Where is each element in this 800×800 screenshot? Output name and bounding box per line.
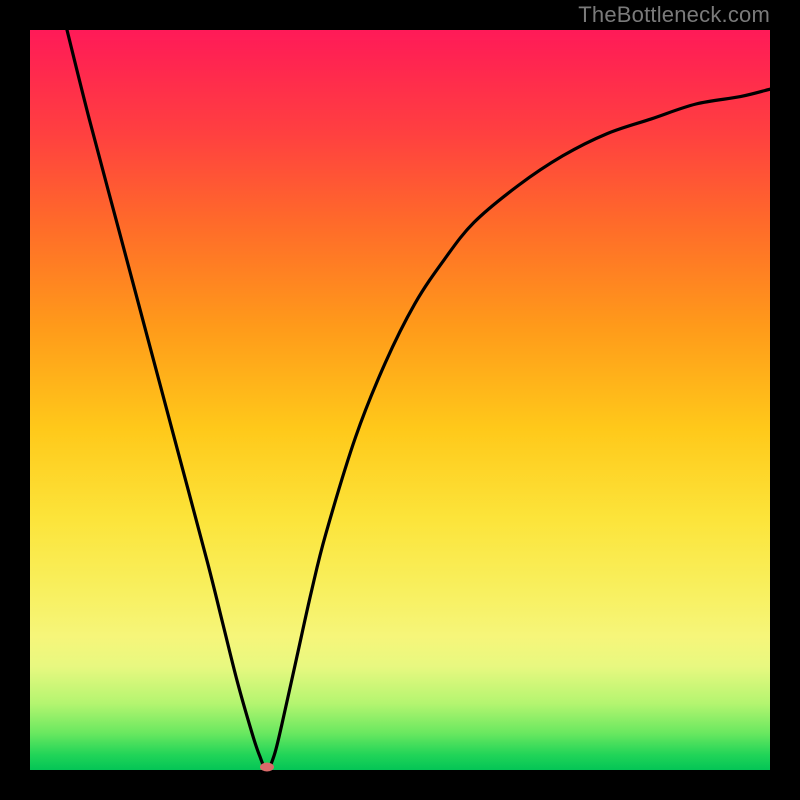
curve-svg	[30, 30, 770, 770]
minimum-marker	[260, 763, 274, 772]
watermark-label: TheBottleneck.com	[578, 2, 770, 28]
chart-container: TheBottleneck.com	[0, 0, 800, 800]
bottleneck-curve	[67, 30, 770, 770]
plot-area	[30, 30, 770, 770]
